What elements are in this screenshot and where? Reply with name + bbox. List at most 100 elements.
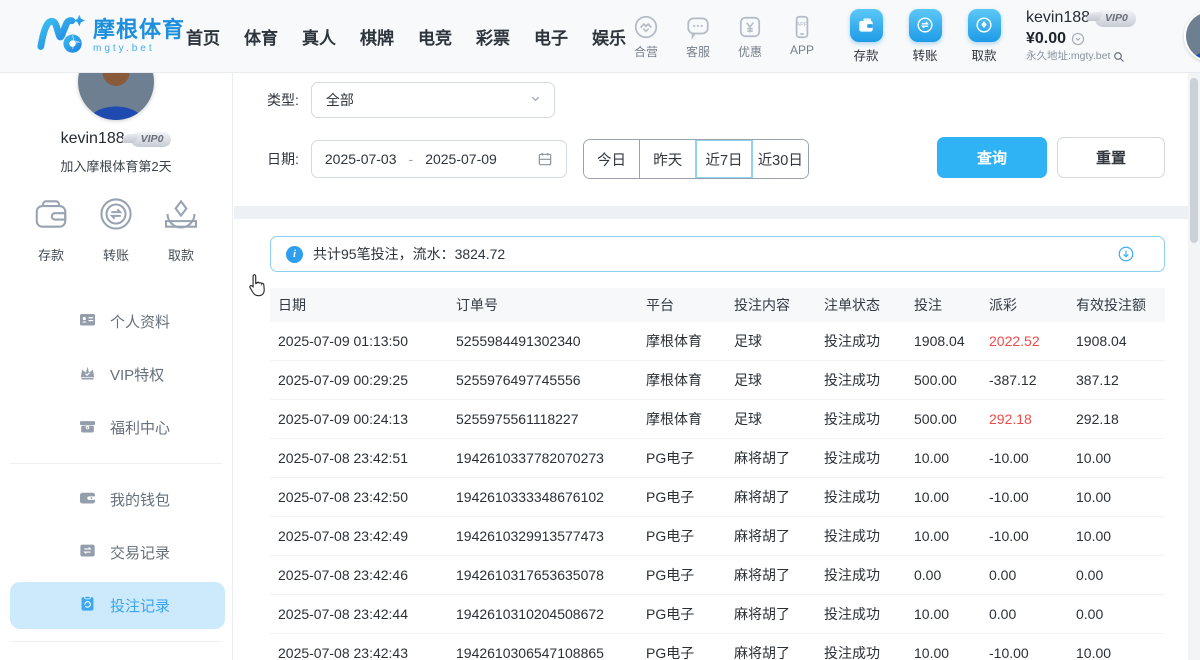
vip-crown-icon [78,363,97,386]
nav-menu-item[interactable]: 电竞 [418,24,452,49]
date-range-option[interactable]: 近7日 [695,140,751,178]
magnifier-icon[interactable] [1113,51,1125,63]
nav-menu-item[interactable]: 电子 [534,24,568,49]
permanent-domain: 永久地址:mgty.bet [1026,50,1110,63]
date-separator: - [409,151,414,167]
cell-platform: 摩根体育 [638,409,726,429]
type-label: 类型: [267,90,299,110]
vip-badge: VIP0 [131,132,172,147]
column-header: 派彩 [981,295,1068,315]
transfer-button[interactable]: 转账 [903,9,947,64]
handshake-icon [633,13,659,40]
cell-valid-amount: 1908.04 [1068,333,1165,349]
cell-bet-amount: 10.00 [906,528,981,544]
withdraw-button[interactable]: 取款 [162,195,200,264]
sidebar-item-welfare[interactable]: 福利中心 [10,404,225,451]
scrollbar-thumb[interactable] [1190,78,1198,243]
chevron-down-icon [529,92,542,108]
app-download-link[interactable]: APP APP [782,13,822,60]
cell-valid-amount: 10.00 [1068,645,1165,660]
expand-circle-icon[interactable] [1117,245,1135,263]
reset-button[interactable]: 重置 [1057,137,1165,178]
nav-menu-item[interactable]: 首页 [186,24,220,49]
cell-bet-amount: 1908.04 [906,333,981,349]
transaction-record-icon [78,541,97,564]
column-header: 日期 [270,295,448,315]
column-header: 平台 [638,295,726,315]
cell-valid-amount: 10.00 [1068,528,1165,544]
date-to-value: 2025-07-09 [425,151,497,167]
column-header: 有效投注额 [1068,295,1165,315]
cell-date: 2025-07-08 23:42:51 [270,450,448,466]
date-range-option[interactable]: 近30日 [752,140,808,178]
cell-status: 投注成功 [816,409,906,429]
welfare-box-icon [78,416,97,439]
deposit-button[interactable]: 存款 [844,9,888,64]
cell-payout: 292.18 [981,411,1068,427]
table-row: 2025-07-08 23:42:46 1942610317653635078 … [270,556,1165,595]
date-range-option[interactable]: 昨天 [639,140,695,178]
username: kevin188 [61,130,125,148]
nav-menu-item[interactable]: 娱乐 [592,24,626,49]
sidebar-item-transactions[interactable]: 交易记录 [10,529,225,576]
nav-wallet-actions: 存款 转账 取款 [844,9,1006,64]
cell-payout: 2022.52 [981,333,1068,349]
cell-payout: 0.00 [981,606,1068,622]
summary-text: 共计95笔投注，流水：3824.72 [313,244,505,264]
cell-order-number: 1942610329913577473 [448,528,638,544]
type-select-value: 全部 [326,90,354,110]
table-row: 2025-07-08 23:42:49 1942610329913577473 … [270,517,1165,556]
cell-order-number: 5255975561118227 [448,411,638,427]
cell-status: 投注成功 [816,526,906,546]
brand-logo[interactable]: 摩根体育 mgty.bet [0,9,186,64]
cell-bet-content: 麻将胡了 [726,448,816,468]
bet-records-page: 类型: 全部 日期: 2025-07-03 - 2025-07-09 今日 昨天… [234,72,1188,660]
cell-bet-content: 足球 [726,370,816,390]
deposit-button[interactable]: 存款 [32,195,70,264]
search-button[interactable]: 查询 [937,137,1047,178]
table-row: 2025-07-09 00:29:25 5255976497745556 摩根体… [270,361,1165,400]
cell-order-number: 1942610310204508672 [448,606,638,622]
promotions-link[interactable]: 优惠 [730,13,770,60]
column-header: 订单号 [448,295,638,315]
summary-bar: i 共计95笔投注，流水：3824.72 [270,236,1165,272]
main-nav: 首页体育真人棋牌电竞彩票电子娱乐 [186,24,626,49]
sidebar-item-bet-records[interactable]: 投注记录 [10,582,225,629]
cell-order-number: 5255984491302340 [448,333,638,349]
customer-service-link[interactable]: 客服 [678,13,718,60]
section-gap [234,206,1188,219]
cell-bet-amount: 10.00 [906,489,981,505]
cell-platform: PG电子 [638,448,726,468]
profile-card-icon [78,310,97,333]
sidebar-item-profile[interactable]: 个人资料 [10,298,225,345]
nav-menu-item[interactable]: 真人 [302,24,336,49]
withdraw-button[interactable]: 取款 [962,9,1006,64]
nav-menu-item[interactable]: 体育 [244,24,278,49]
cell-payout: -387.12 [981,372,1068,388]
date-range-option[interactable]: 今日 [584,140,639,178]
withdraw-icon [968,9,1001,42]
date-range-input[interactable]: 2025-07-03 - 2025-07-09 [311,140,567,178]
transfer-button[interactable]: 转账 [97,195,135,264]
affiliate-link[interactable]: 合营 [626,13,666,60]
cell-bet-content: 麻将胡了 [726,565,816,585]
type-select[interactable]: 全部 [311,82,555,118]
user-info[interactable]: kevin188 VIP0 ¥0.00 永久地址:mgty.bet [1026,8,1174,63]
sidebar-item-redeem-records[interactable]: 兑奖记录 [10,654,225,660]
transfer-icon [909,9,942,42]
cell-platform: PG电子 [638,604,726,624]
nav-menu-item[interactable]: 棋牌 [360,24,394,49]
column-header: 注单状态 [816,295,906,315]
table-row: 2025-07-09 00:24:13 5255975561118227 摩根体… [270,400,1165,439]
balance-refresh-icon[interactable] [1071,32,1085,46]
cell-payout: -10.00 [981,645,1068,660]
avatar[interactable] [1184,10,1200,62]
cell-order-number: 1942610333348676102 [448,489,638,505]
sidebar-item-wallet[interactable]: 我的钱包 [10,476,225,523]
cell-order-number: 1942610317653635078 [448,567,638,583]
deposit-icon [850,9,883,42]
cell-status: 投注成功 [816,643,906,660]
sidebar-item-vip[interactable]: VIP特权 [10,351,225,398]
nav-menu-item[interactable]: 彩票 [476,24,510,49]
cell-valid-amount: 0.00 [1068,567,1165,583]
